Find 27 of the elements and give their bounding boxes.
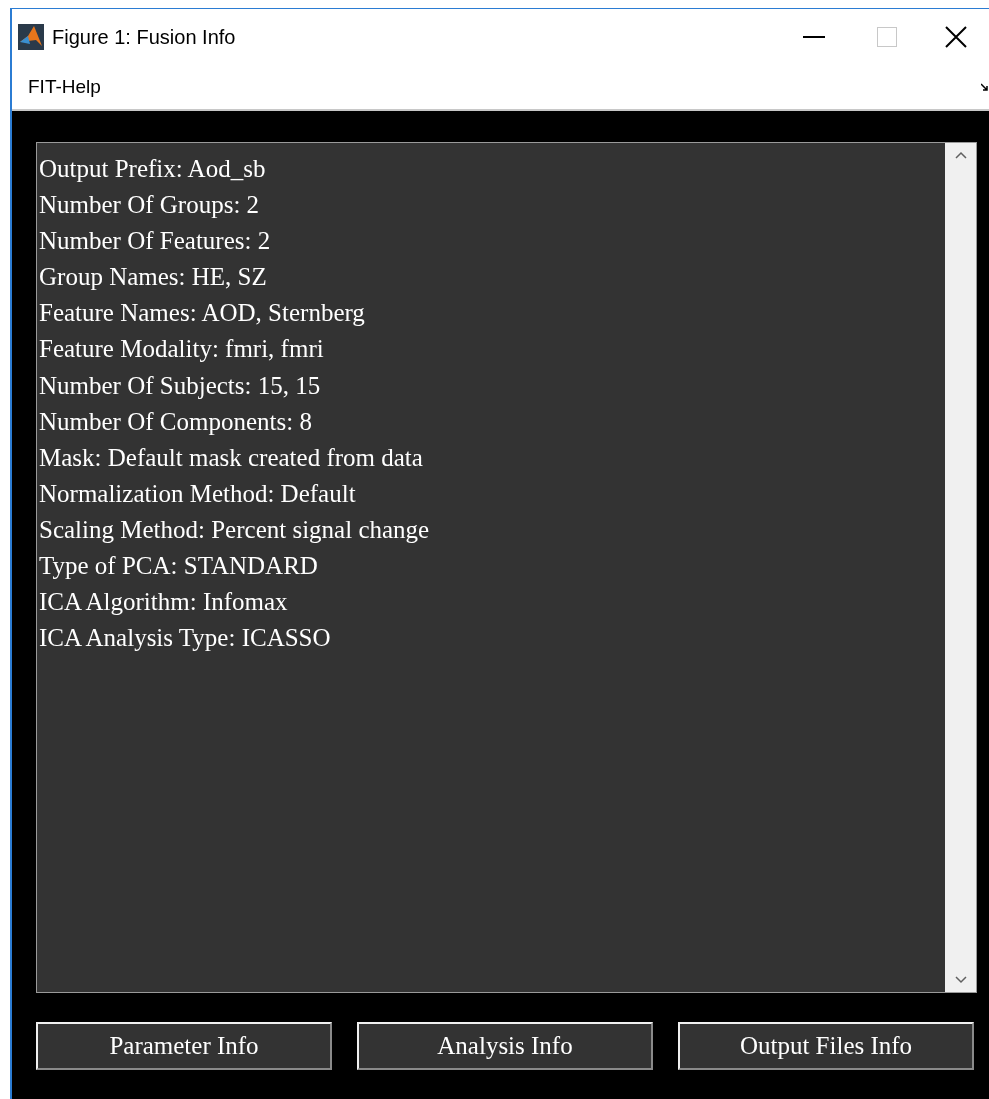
window-title: Figure 1: Fusion Info — [52, 25, 236, 50]
info-line: Feature Names: AOD, Sternberg — [39, 298, 365, 329]
info-line: Feature Modality: fmri, fmri — [39, 334, 324, 365]
info-line: Type of PCA: STANDARD — [39, 551, 318, 582]
info-line: Normalization Method: Default — [39, 478, 356, 509]
menu-item[interactable]: FIT-Help — [28, 72, 101, 102]
info-text-box[interactable] — [36, 142, 977, 993]
info-line: Number Of Components: 8 — [39, 406, 312, 437]
info-line: Group Names: HE, SZ — [39, 262, 267, 293]
info-line: ICA Algorithm: Infomax — [39, 587, 288, 618]
app-logo-icon — [18, 24, 44, 50]
info-line: Mask: Default mask created from data — [39, 442, 423, 473]
info-button[interactable]: Analysis Info — [357, 1022, 653, 1070]
info-line: Number Of Groups: 2 — [39, 190, 260, 221]
info-line: Scaling Method: Percent signal change — [39, 514, 430, 545]
close-icon[interactable] — [945, 26, 967, 48]
dock-arrow-icon[interactable] — [981, 83, 989, 91]
scroll-down-icon[interactable] — [954, 976, 967, 984]
minimize-icon[interactable] — [803, 35, 825, 39]
info-button[interactable]: Parameter Info — [36, 1022, 332, 1070]
info-line: ICA Analysis Type: ICASSO — [39, 623, 331, 654]
scrollbar[interactable] — [945, 143, 976, 992]
info-line: Number Of Features: 2 — [39, 226, 271, 257]
info-line: Output Prefix: Aod_sb — [39, 154, 266, 184]
info-line: Number Of Subjects: 15, 15 — [39, 370, 321, 401]
info-button[interactable]: Output Files Info — [678, 1022, 974, 1070]
scroll-up-icon[interactable] — [954, 151, 967, 159]
